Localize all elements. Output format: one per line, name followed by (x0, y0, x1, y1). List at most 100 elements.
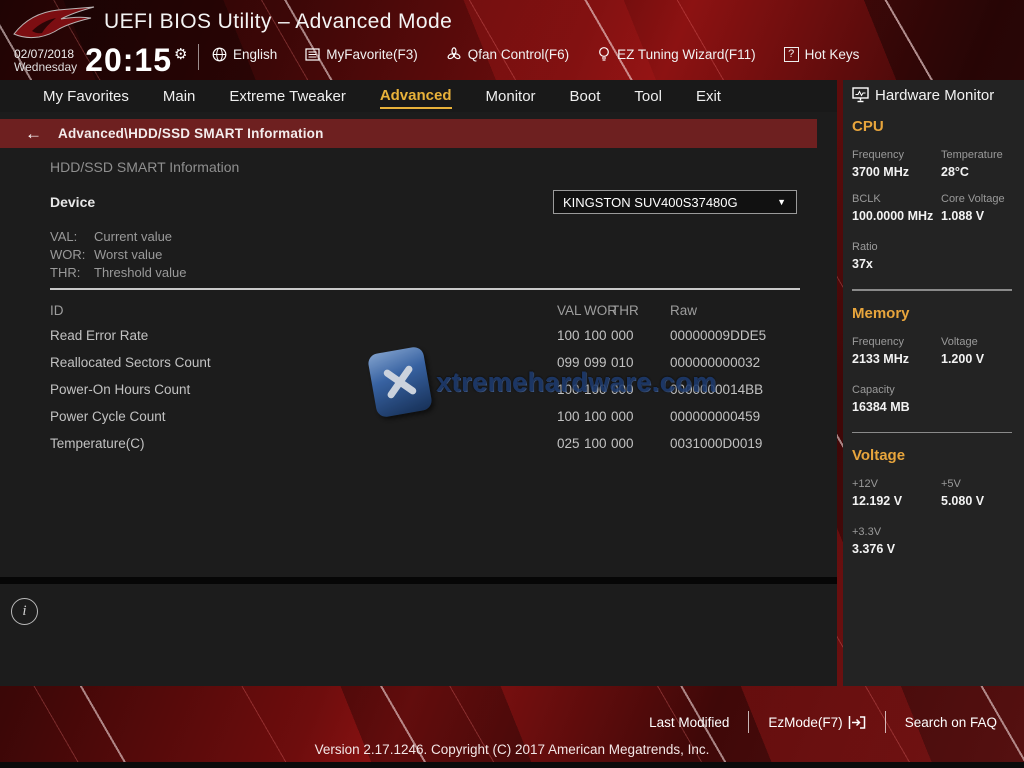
hardware-monitor-title: Hardware Monitor (875, 87, 994, 104)
tab-monitor[interactable]: Monitor (486, 84, 536, 108)
table-row: Read Error Rate 100 100 000 00000009DDE5 (50, 322, 800, 349)
legend-thr: THR: Threshold value (50, 264, 187, 282)
tab-boot[interactable]: Boot (570, 84, 601, 108)
qfan-icon (446, 47, 462, 62)
hot-keys-label: Hot Keys (805, 47, 860, 62)
table-row: Power-On Hours Count 100 100 000 0000000… (50, 376, 800, 403)
app-title: UEFI BIOS Utility – Advanced Mode (104, 10, 452, 34)
version-text: Version 2.17.1246. Copyright (C) 2017 Am… (0, 742, 1024, 757)
breadcrumb: ← Advanced\HDD/SSD SMART Information (0, 119, 817, 148)
memory-voltage-value: 1.200 V (941, 352, 1016, 366)
myfavorite-button[interactable]: MyFavorite(F3) (305, 47, 418, 62)
tab-advanced[interactable]: Advanced (380, 83, 452, 109)
qfan-control-button[interactable]: Qfan Control(F6) (446, 47, 569, 62)
capacity-label: Capacity (852, 384, 1016, 396)
back-arrow-icon[interactable]: ← (25, 124, 42, 144)
time-settings-gear-icon[interactable]: ⚙ (174, 46, 188, 63)
tab-main[interactable]: Main (163, 84, 196, 108)
v5-label: +5V (941, 478, 1016, 490)
main-panel: ← Advanced\HDD/SSD SMART Information HDD… (0, 112, 837, 686)
ez-tuning-label: EZ Tuning Wizard(F11) (617, 47, 756, 62)
cpu-frequency-label: Frequency (852, 149, 934, 161)
page-title: HDD/SSD SMART Information (50, 159, 239, 175)
device-dropdown[interactable]: KINGSTON SUV400S37480G ▼ (553, 190, 797, 214)
col-val: VAL (557, 303, 584, 318)
legend-wor: WOR: Worst value (50, 246, 187, 264)
v33-value: 3.376 V (852, 542, 1016, 556)
memory-stats: Frequency 2133 MHz Voltage 1.200 V (852, 336, 1016, 366)
memory-voltage-label: Voltage (941, 336, 1016, 348)
hot-keys-button[interactable]: ? Hot Keys (784, 47, 860, 62)
col-id: ID (50, 303, 557, 318)
v33-label: +3.3V (852, 526, 1016, 538)
footer-actions: Last Modified EzMode(F7) Search on FAQ (630, 711, 1016, 733)
v12-value: 12.192 V (852, 494, 934, 508)
v33-stat: +3.3V 3.376 V (852, 526, 1016, 556)
tab-exit[interactable]: Exit (696, 84, 721, 108)
search-on-faq-button[interactable]: Search on FAQ (886, 715, 1016, 730)
weekday: Wednesday (14, 61, 77, 74)
language-button[interactable]: English (212, 47, 277, 62)
v12-label: +12V (852, 478, 934, 490)
core-voltage-value: 1.088 V (941, 209, 1016, 223)
hardware-monitor-body: CPU Frequency 3700 MHz Temperature 28°C … (843, 110, 1024, 556)
nav-bar: My Favorites Main Extreme Tweaker Advanc… (0, 80, 837, 112)
bottom-strip (0, 762, 1024, 768)
language-label: English (233, 47, 277, 62)
chevron-down-icon: ▼ (777, 197, 796, 207)
tab-my-favorites[interactable]: My Favorites (43, 84, 129, 108)
col-raw: Raw (670, 303, 800, 318)
breadcrumb-text: Advanced\HDD/SSD SMART Information (58, 126, 324, 141)
core-voltage-label: Core Voltage (941, 193, 1016, 205)
device-selected-value: KINGSTON SUV400S37480G (554, 195, 777, 210)
memory-frequency-label: Frequency (852, 336, 934, 348)
col-wor: WOR (584, 303, 611, 318)
time: 20:15⚙ (85, 42, 188, 79)
tab-extreme-tweaker[interactable]: Extreme Tweaker (229, 84, 345, 108)
tab-tool[interactable]: Tool (634, 84, 662, 108)
qfan-label: Qfan Control(F6) (468, 47, 569, 62)
last-modified-button[interactable]: Last Modified (630, 715, 748, 730)
smart-legend: VAL: Current value WOR: Worst value THR:… (50, 228, 187, 282)
bclk-label: BCLK (852, 193, 934, 205)
col-thr: THR (611, 303, 638, 318)
table-header-row: ID VAL WOR THR Raw (50, 298, 800, 322)
ez-mode-exit-icon (848, 715, 866, 730)
cpu-section-title: CPU (852, 118, 1016, 135)
voltage-section-title: Voltage (852, 447, 1016, 464)
hw-divider (852, 432, 1012, 434)
clock-block: 02/07/2018 Wednesday 20:15⚙ (14, 42, 188, 79)
smart-table: ID VAL WOR THR Raw Read Error Rate 100 1… (50, 288, 800, 457)
top-banner: UEFI BIOS Utility – Advanced Mode 02/07/… (0, 0, 1024, 80)
cpu-stats: Frequency 3700 MHz Temperature 28°C (852, 149, 1016, 179)
myfavorite-label: MyFavorite(F3) (326, 47, 418, 62)
table-row: Reallocated Sectors Count 099 099 010 00… (50, 349, 800, 376)
ez-mode-button[interactable]: EzMode(F7) (749, 715, 884, 730)
info-icon: i (11, 598, 38, 625)
voltage-stats: +12V 12.192 V +5V 5.080 V (852, 478, 1016, 508)
memory-section-title: Memory (852, 305, 1016, 322)
table-row: Temperature(C) 025 100 000 0031000D0019 (50, 430, 800, 457)
device-label: Device (50, 194, 95, 210)
ez-tuning-wizard-button[interactable]: EZ Tuning Wizard(F11) (597, 46, 756, 62)
cpu-stats-2: BCLK 100.0000 MHz Core Voltage 1.088 V (852, 193, 1016, 223)
legend-val: VAL: Current value (50, 228, 187, 246)
memory-frequency-value: 2133 MHz (852, 352, 934, 366)
cpu-frequency-value: 3700 MHz (852, 165, 934, 179)
v5-value: 5.080 V (941, 494, 1016, 508)
capacity-value: 16384 MB (852, 400, 1016, 414)
myfavorite-icon (305, 48, 320, 61)
date-block: 02/07/2018 Wednesday (14, 48, 77, 74)
table-divider (50, 288, 800, 290)
hw-divider (852, 289, 1012, 291)
top-separator (198, 44, 199, 70)
rog-logo-icon (12, 4, 96, 44)
cpu-temperature-value: 28°C (941, 165, 1016, 179)
cpu-ratio: Ratio 37x (852, 241, 1016, 271)
question-box-icon: ? (784, 47, 799, 62)
globe-icon (212, 47, 227, 62)
date: 02/07/2018 (14, 48, 77, 61)
panel-divider (0, 577, 837, 584)
wizard-bulb-icon (597, 46, 611, 62)
table-row: Power Cycle Count 100 100 000 0000000004… (50, 403, 800, 430)
